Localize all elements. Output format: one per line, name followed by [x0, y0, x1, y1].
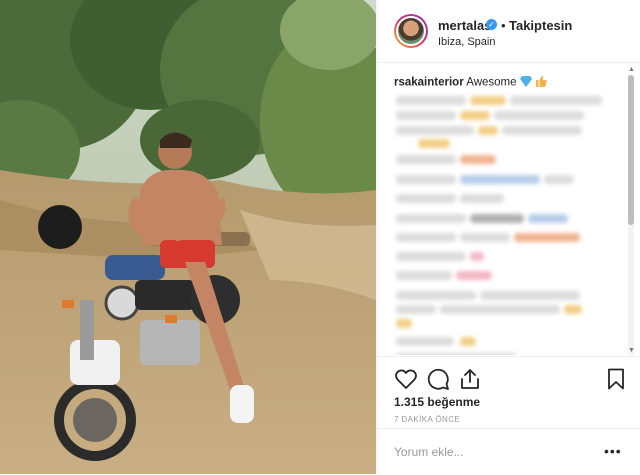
post-timestamp[interactable]: 7 DAKİKA ÖNCE: [394, 415, 460, 424]
following-button[interactable]: Takiptesin: [509, 18, 572, 33]
post-panel: mertalas ✓ • Takiptesin Ibiza, Spain rsa…: [377, 0, 640, 474]
bookmark-icon[interactable]: [604, 367, 628, 391]
scroll-up-arrow[interactable]: ▲: [628, 66, 635, 73]
separator-dot: •: [501, 18, 506, 33]
likes-count[interactable]: 1.315 beğenme: [394, 395, 480, 409]
username-link[interactable]: mertalas: [438, 18, 491, 33]
more-options-button[interactable]: •••: [604, 443, 622, 459]
add-comment-bar: Yorum ekle... •••: [378, 428, 640, 475]
post-photo[interactable]: [0, 0, 376, 474]
scrollbar-thumb[interactable]: [628, 75, 634, 225]
diamond-icon: [519, 75, 532, 90]
comments-scrollbar[interactable]: [628, 75, 634, 355]
comment-input[interactable]: Yorum ekle...: [394, 445, 464, 459]
comment-username[interactable]: rsakainterior: [394, 77, 464, 89]
comments-list: rsakainterior Awesome: [378, 63, 640, 355]
comment-item: rsakainterior Awesome: [394, 75, 547, 90]
location-link[interactable]: Ibiza, Spain: [438, 36, 495, 48]
scroll-down-arrow[interactable]: ▼: [628, 347, 635, 354]
verified-badge-icon: ✓: [486, 19, 497, 30]
avatar[interactable]: [394, 14, 428, 48]
thumbs-up-icon: [535, 75, 547, 90]
photo-image: [0, 0, 376, 474]
comment-text: Awesome: [466, 76, 517, 89]
share-icon[interactable]: [458, 367, 482, 391]
heart-icon[interactable]: [394, 367, 418, 391]
post-header: mertalas ✓ • Takiptesin Ibiza, Spain: [378, 0, 640, 63]
comment-icon[interactable]: [426, 367, 450, 391]
